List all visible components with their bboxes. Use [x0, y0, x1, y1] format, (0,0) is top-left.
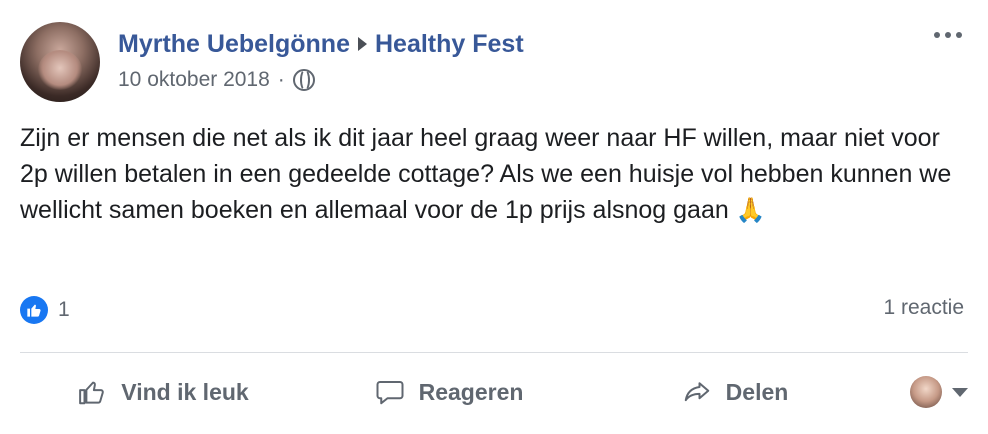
- reaction-identity-selector[interactable]: [878, 376, 968, 408]
- like-icon: [79, 381, 105, 405]
- share-icon: [684, 382, 709, 402]
- post-header-title: Myrthe Uebelgönne Healthy Fest: [118, 28, 524, 60]
- globe-icon: [292, 69, 315, 91]
- like-reaction-icon: [20, 296, 48, 324]
- share-button[interactable]: Delen: [592, 366, 878, 418]
- meta-separator: ·: [277, 68, 285, 91]
- user-avatar: [910, 376, 942, 408]
- arrow-right-icon: [357, 37, 367, 51]
- dropdown-caret-icon: [952, 387, 968, 397]
- post-meta: 10 oktober 2018 ·: [118, 68, 315, 92]
- like-label: Vind ik leuk: [121, 378, 249, 405]
- post-text: Zijn er mensen die net als ik dit jaar h…: [20, 124, 952, 224]
- comment-label: Reageren: [418, 378, 524, 405]
- post-body: Zijn er mensen die net als ik dit jaar h…: [20, 120, 960, 229]
- comment-count-link[interactable]: 1 reactie: [883, 296, 964, 320]
- action-bar: Vind ik leuk Reageren Delen: [20, 360, 968, 424]
- post-date-link[interactable]: 10 oktober 2018: [118, 68, 270, 92]
- folded-hands-emoji: 🙏: [735, 197, 766, 224]
- like-button[interactable]: Vind ik leuk: [20, 366, 306, 418]
- more-dot: [945, 32, 951, 38]
- more-dot: [934, 32, 940, 38]
- post-card: Myrthe Uebelgönne Healthy Fest 10 oktobe…: [0, 0, 988, 434]
- comment-button[interactable]: Reageren: [306, 366, 592, 418]
- divider: [20, 352, 968, 353]
- group-name-link[interactable]: Healthy Fest: [375, 30, 524, 59]
- like-count: 1: [58, 298, 70, 321]
- comment-icon: [376, 381, 404, 405]
- more-options-icon[interactable]: [928, 26, 968, 44]
- author-name-link[interactable]: Myrthe Uebelgönne: [118, 30, 350, 59]
- share-label: Delen: [725, 378, 789, 405]
- thumbs-up-icon: [27, 304, 41, 317]
- reaction-summary[interactable]: 1: [20, 296, 70, 324]
- author-avatar[interactable]: [20, 22, 100, 102]
- more-dot: [956, 32, 962, 38]
